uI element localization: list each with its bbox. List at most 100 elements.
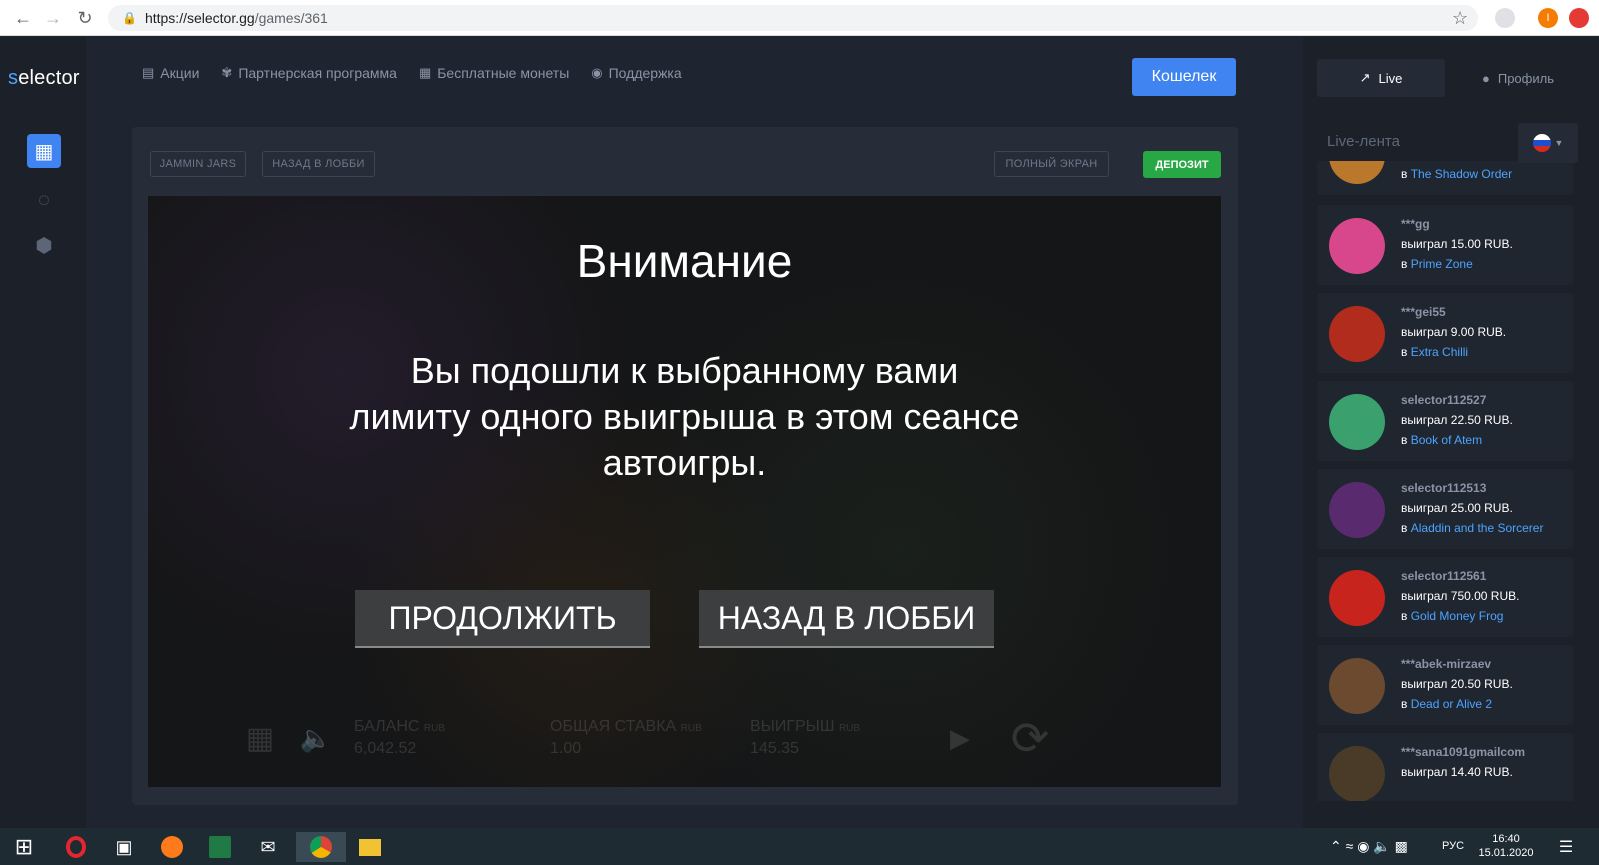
nav-partner[interactable]: ✾ Партнерская программа	[221, 65, 397, 81]
chevron-down-icon: ▼	[1554, 138, 1564, 148]
feed-amount: выиграл 9.00 RUB.	[1401, 325, 1507, 339]
spin-icon[interactable]: ⟳	[990, 703, 1070, 773]
url-text: https://selector.gg/games/361	[144, 10, 328, 26]
nav-free-coins[interactable]: ▦ Бесплатные монеты	[419, 65, 569, 81]
profile-avatar[interactable]: I	[1538, 8, 1558, 28]
feed-item[interactable]: selector112527 выиграл 22.50 RUB. в Book…	[1317, 381, 1573, 461]
back-to-lobby-game-button[interactable]: НАЗАД В ЛОББИ	[699, 590, 994, 648]
windows-taskbar: ⊞ ▣ ✉ ⌃ ≈ ◉ 🔈 ▩ РУС 16:40 15.01.2020 ☰	[0, 828, 1599, 865]
feed-user: selector112513	[1401, 481, 1487, 495]
notifications-icon[interactable]: ☰	[1546, 832, 1586, 862]
clock-time: 16:40	[1492, 833, 1520, 845]
dialog-message: Вы подошли к выбранному вами лимиту одно…	[349, 350, 1020, 483]
bookmark-star-icon[interactable]: ☆	[1452, 8, 1468, 29]
feed-user: ***gg	[1401, 217, 1430, 231]
feed-amount: выиграл 14.40 RUB.	[1401, 765, 1513, 779]
game-hud: ▦ 🔈 БАЛАНС RUB 6,042.52 ОБЩАЯ СТАВКА RUB 1…	[232, 703, 1116, 773]
game-canvas[interactable]: Внимание Вы подошли к выбранному вами ли…	[148, 196, 1221, 787]
logo[interactable]: selector	[8, 67, 80, 90]
feed-game-link[interactable]: Aladdin and the Sorcerer	[1411, 521, 1544, 535]
fullscreen-button[interactable]: ПОЛНЫЙ ЭКРАН	[994, 151, 1109, 177]
reload-icon[interactable]: ↻	[70, 3, 100, 33]
feed-game-link[interactable]: Book of Atem	[1411, 433, 1482, 447]
feed-user: ***gei55	[1401, 305, 1446, 319]
hud-bet: ОБЩАЯ СТАВКА RUB 1.00	[550, 718, 702, 757]
profile-letter: I	[1546, 12, 1550, 24]
top-nav: ▤ Акции ✾ Партнерская программа ▦ Бесплатны…	[142, 65, 682, 81]
news-icon: ▤	[142, 65, 155, 80]
feed-title: Live-лента	[1327, 133, 1400, 150]
store-icon[interactable]: ▣	[104, 832, 144, 862]
cube-icon[interactable]: ⬢	[27, 228, 61, 262]
game-thumbnail	[1329, 746, 1385, 801]
game-name-button[interactable]: JAMMIN JARS	[150, 151, 246, 177]
chrome-icon[interactable]	[296, 832, 346, 862]
feed-amount: выиграл 22.50 RUB.	[1401, 413, 1513, 427]
feed-game-link[interactable]: Extra Chilli	[1411, 345, 1468, 359]
language-dropdown[interactable]: ▼	[1518, 123, 1578, 163]
hud-balance: БАЛАНС RUB 6,042.52	[354, 718, 446, 757]
nav-label: Партнерская программа	[238, 65, 397, 81]
forward-arrow-icon[interactable]: →	[38, 3, 68, 33]
roulette-icon[interactable]: ◌	[27, 183, 61, 217]
firefox-icon[interactable]	[152, 832, 192, 862]
feed-game-link[interactable]: Dead or Alive 2	[1411, 697, 1492, 711]
headset-icon: ◉	[591, 65, 603, 80]
windows-start-icon[interactable]: ⊞	[4, 832, 44, 862]
mail-icon[interactable]: ✉	[248, 832, 288, 862]
opera-icon[interactable]	[56, 832, 96, 862]
tab-live[interactable]: ↗ Live	[1317, 59, 1445, 97]
nav-support[interactable]: ◉ Поддержка	[591, 65, 681, 81]
feed-game-link[interactable]: Gold Money Frog	[1411, 609, 1504, 623]
nav-promotions[interactable]: ▤ Акции	[142, 65, 199, 81]
game-thumbnail	[1329, 218, 1385, 274]
continue-button[interactable]: ПРОДОЛЖИТЬ	[355, 590, 650, 648]
feed-game-link[interactable]: The Shadow Order	[1411, 167, 1512, 181]
feed-game: в Prime Zone	[1401, 257, 1473, 271]
excel-icon[interactable]	[200, 832, 240, 862]
tab-profile[interactable]: ● Профиль	[1463, 59, 1573, 97]
feed-item[interactable]: ***sana1091gmailcom выиграл 14.40 RUB.	[1317, 733, 1573, 801]
feed-user: selector112527	[1401, 393, 1487, 407]
russia-flag-icon	[1532, 134, 1551, 152]
feed-item[interactable]: ***abek-mirzaev выиграл 20.50 RUB. в Dea…	[1317, 645, 1573, 725]
extension-icon[interactable]	[1569, 8, 1589, 28]
address-bar[interactable]: 🔒 https://selector.gg/games/361	[108, 5, 1478, 31]
feed-game: в Book of Atem	[1401, 433, 1483, 447]
live-feed: в The Shadow Order ***gg выиграл 15.00 R…	[1317, 161, 1573, 801]
feed-item[interactable]: ***gg выиграл 15.00 RUB. в Prime Zone	[1317, 205, 1573, 285]
game-thumbnail	[1329, 658, 1385, 714]
user-icon: ●	[1482, 70, 1490, 86]
clock[interactable]: 16:40 15.01.2020	[1476, 832, 1536, 860]
deposit-button[interactable]: ДЕПОЗИТ	[1143, 151, 1221, 178]
feed-amount: выиграл 25.00 RUB.	[1401, 501, 1513, 515]
tray-icons[interactable]: ⌃ ≈ ◉ 🔈 ▩	[1330, 839, 1408, 853]
feed-user: selector112561	[1401, 569, 1487, 583]
sound-icon[interactable]: 🔈	[288, 710, 344, 766]
feed-game: в Gold Money Frog	[1401, 609, 1504, 623]
back-arrow-icon[interactable]: ←	[8, 3, 38, 33]
nav-label: Акции	[160, 65, 200, 81]
lock-icon: 🔒	[122, 11, 137, 25]
feed-game: в Dead or Alive 2	[1401, 697, 1493, 711]
menu-grid-icon[interactable]: ▦	[232, 710, 288, 766]
feed-game: в Aladdin and the Sorcerer	[1401, 521, 1544, 535]
hud-win: ВЫИГРЫШ RUB 145.35	[750, 718, 861, 757]
feed-item[interactable]: ***gei55 выиграл 9.00 RUB. в Extra Chill…	[1317, 293, 1573, 373]
explorer-folder-icon[interactable]	[350, 832, 390, 862]
keyboard-language[interactable]: РУС	[1442, 839, 1464, 853]
dialog-title: Внимание	[576, 235, 793, 287]
back-to-lobby-button[interactable]: НАЗАД В ЛОББИ	[262, 151, 375, 177]
globe-icon[interactable]	[1495, 8, 1515, 28]
wallet-button[interactable]: Кошелек	[1132, 58, 1236, 96]
nav-label: Бесплатные монеты	[437, 65, 570, 81]
game-thumbnail	[1329, 482, 1385, 538]
clock-date: 15.01.2020	[1478, 847, 1534, 859]
game-thumbnail	[1329, 394, 1385, 450]
feed-item[interactable]: selector112561 выиграл 750.00 RUB. в Gol…	[1317, 557, 1573, 637]
autoplay-icon[interactable]: ▶	[930, 710, 990, 766]
feed-item[interactable]: в The Shadow Order	[1317, 161, 1573, 195]
slots-icon[interactable]: ▦	[27, 134, 61, 168]
feed-game-link[interactable]: Prime Zone	[1411, 257, 1473, 271]
feed-item[interactable]: selector112513 выиграл 25.00 RUB. в Alad…	[1317, 469, 1573, 549]
